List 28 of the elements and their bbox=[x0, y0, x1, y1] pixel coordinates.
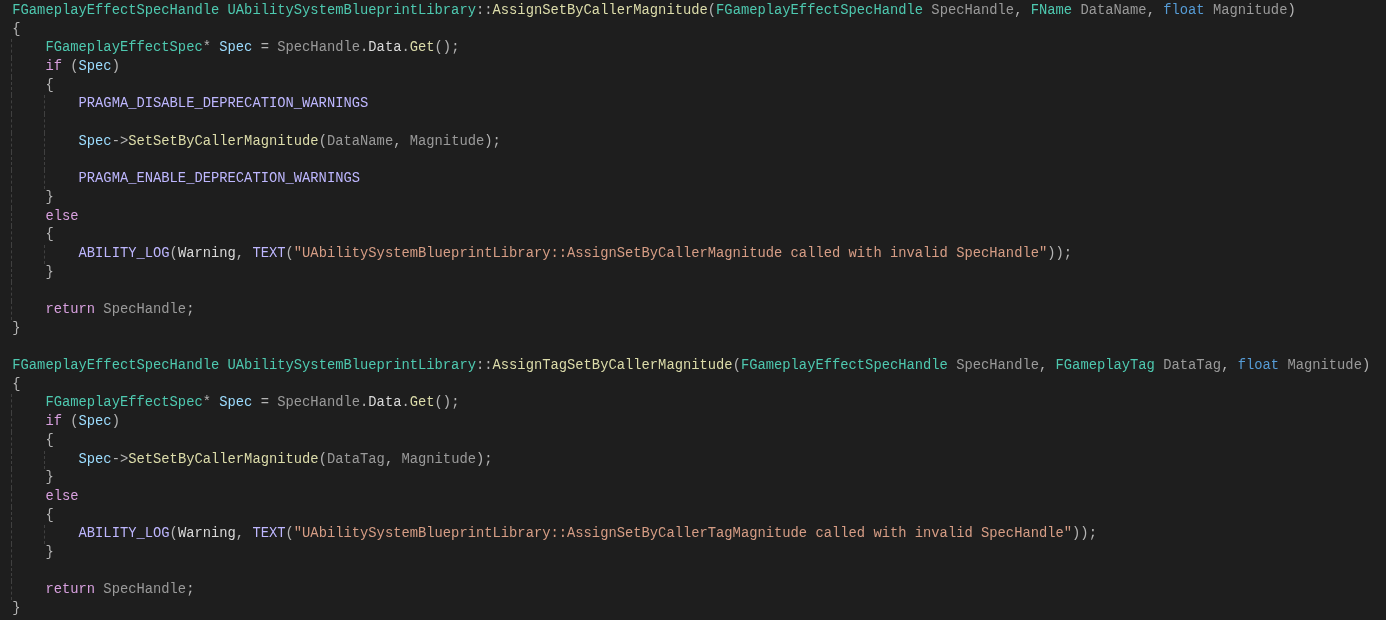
code-line: } bbox=[12, 319, 21, 338]
code-line: { bbox=[44, 226, 54, 245]
code-line: FGameplayEffectSpecHandle UAbilitySystemBlueprintLibrary::AssignTagSetByCallerMagnitude(FGameplayEffectSpecHandle SpecHandle, FGameplayTag DataTag, float Magnitude) bbox=[12, 357, 1371, 376]
code-line: if (Spec) bbox=[44, 413, 120, 432]
code-line: Spec->SetSetByCallerMagnitude(DataName, Magnitude); bbox=[77, 132, 501, 151]
code-line: else bbox=[44, 487, 79, 506]
code-line: else bbox=[44, 207, 79, 226]
code-line: } bbox=[44, 188, 54, 207]
code-line: return SpecHandle; bbox=[44, 581, 195, 600]
code-line: if (Spec) bbox=[44, 58, 120, 77]
code-line: { bbox=[12, 20, 21, 39]
code-line: FGameplayEffectSpec* Spec = SpecHandle.Data.Get(); bbox=[44, 394, 460, 413]
code-line: PRAGMA_ENABLE_DEPRECATION_WARNINGS bbox=[77, 170, 361, 189]
code-line: return SpecHandle; bbox=[44, 301, 195, 319]
code-line: } bbox=[44, 469, 54, 488]
code-line: ABILITY_LOG(Warning, TEXT("UAbilitySystemBlueprintLibrary::AssignSetByCallerMagnitude called with invalid SpecHandle")); bbox=[77, 244, 1073, 263]
code-line: { bbox=[44, 76, 54, 95]
code-line: FGameplayEffectSpecHandle UAbilitySystemBlueprintLibrary::AssignSetByCallerMagnitude(FGameplayEffectSpecHandle SpecHandle, FName DataName, float Magnitude) bbox=[12, 2, 1296, 20]
code-line: } bbox=[12, 600, 21, 618]
code-line: { bbox=[44, 431, 54, 450]
code-line: { bbox=[12, 375, 21, 394]
code-line: FGameplayEffectSpec* Spec = SpecHandle.Data.Get(); bbox=[44, 39, 460, 58]
code-line: Spec->SetSetByCallerMagnitude(DataTag, Magnitude); bbox=[77, 450, 493, 469]
code-line: { bbox=[44, 506, 54, 525]
code-line: } bbox=[44, 263, 54, 282]
code-line: ABILITY_LOG(Warning, TEXT("UAbilitySystemBlueprintLibrary::AssignSetByCallerTagMagnitude called with invalid SpecHandle")); bbox=[77, 525, 1097, 544]
code-line: } bbox=[44, 543, 54, 562]
code-line: PRAGMA_DISABLE_DEPRECATION_WARNINGS bbox=[77, 95, 369, 114]
